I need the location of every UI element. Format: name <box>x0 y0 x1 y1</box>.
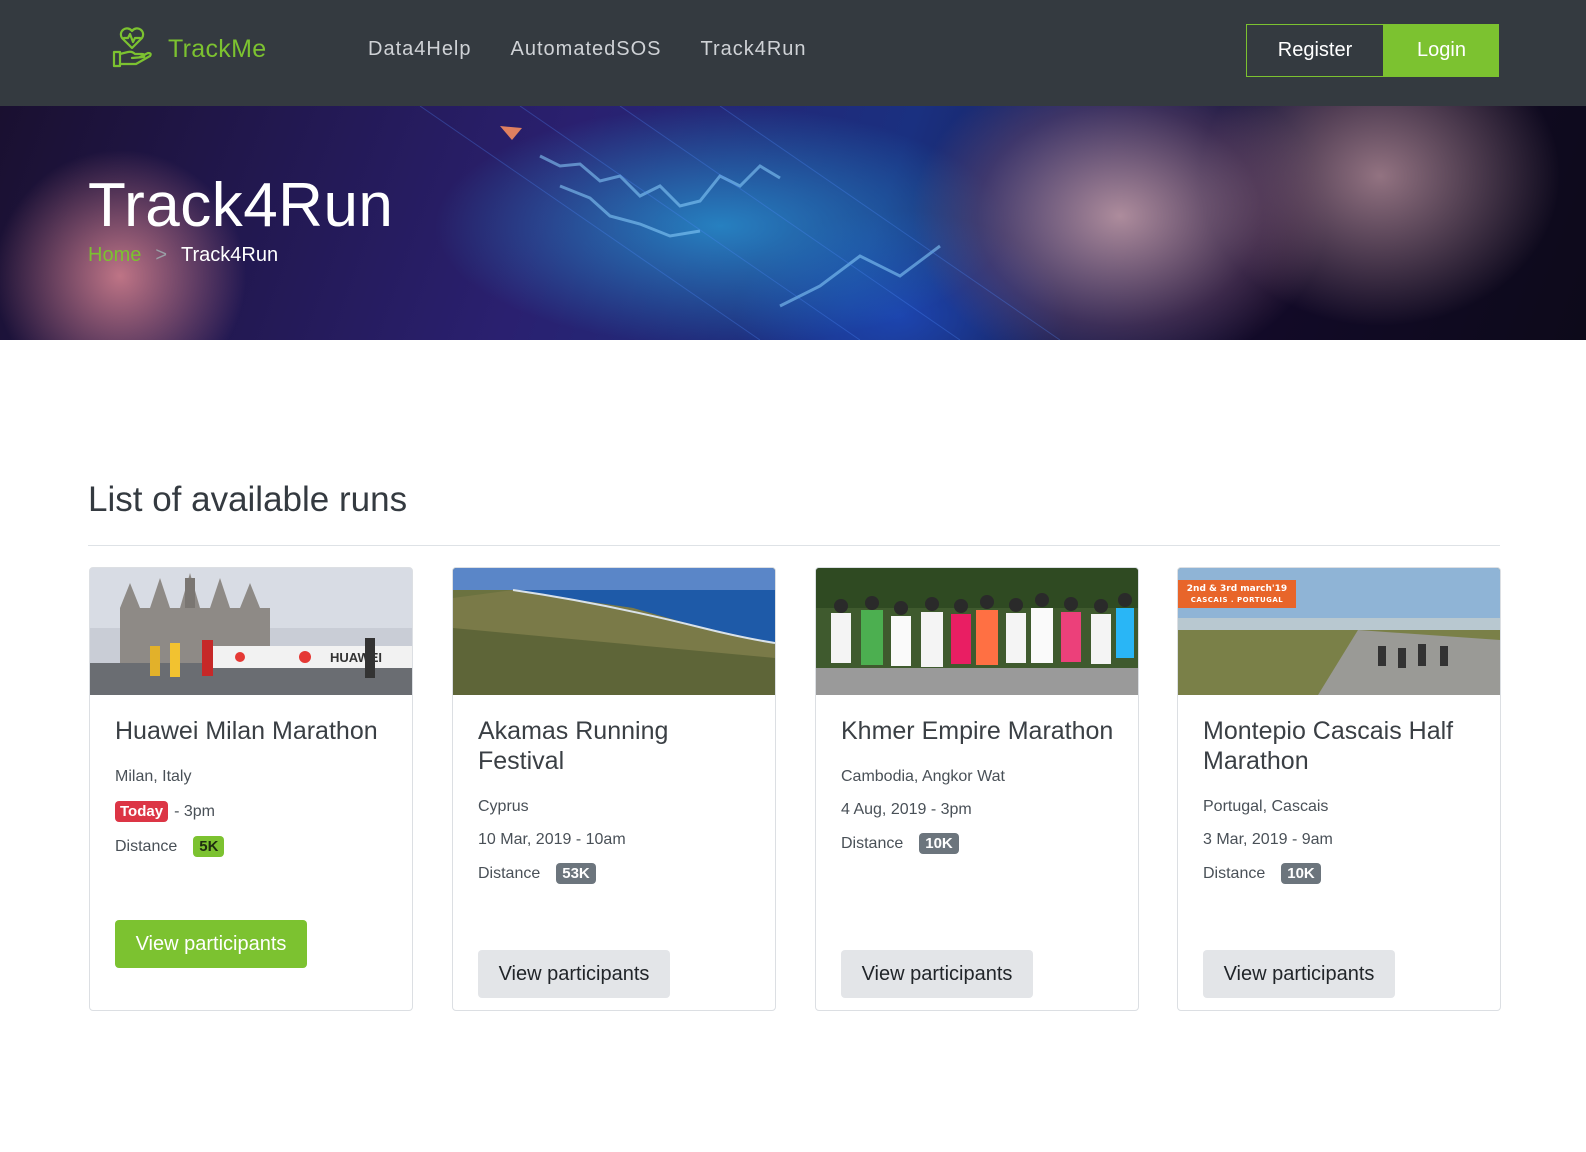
nav-link-automatedsos[interactable]: AutomatedSOS <box>511 38 662 61</box>
run-date: 4 Aug, 2019 - 3pm <box>841 801 972 818</box>
run-image-banner: 2nd & 3rd march'19 CASCAIS . PORTUGAL <box>1178 580 1296 608</box>
run-card: Khmer Empire Marathon Cambodia, Angkor W… <box>815 567 1139 1011</box>
breadcrumb-separator: > <box>155 244 168 266</box>
run-card: HUAWEI Huawei Milan Marathon Milan, Ital… <box>89 567 413 1011</box>
run-distance: Distance 10K <box>1203 863 1483 884</box>
run-distance: Distance 5K <box>115 836 395 857</box>
distance-label: Distance <box>841 834 904 852</box>
run-location: Portugal, Cascais <box>1203 798 1329 815</box>
run-card: 2nd & 3rd march'19 CASCAIS . PORTUGAL Mo… <box>1177 567 1501 1011</box>
run-time: - 3pm <box>174 802 215 820</box>
brand-link[interactable]: TrackMe <box>112 26 266 73</box>
run-location: Milan, Italy <box>115 768 192 785</box>
distance-label: Distance <box>1203 864 1266 882</box>
run-title: Montepio Cascais Half Marathon <box>1203 717 1454 775</box>
nav-link-track4run[interactable]: Track4Run <box>700 38 806 61</box>
login-button[interactable]: Login <box>1384 24 1499 77</box>
run-distance: Distance 10K <box>841 833 1121 854</box>
run-title: Khmer Empire Marathon <box>841 717 1114 745</box>
distance-badge: 10K <box>919 833 959 854</box>
run-card: Akamas Running Festival Cyprus 10 Mar, 2… <box>452 567 776 1011</box>
run-image-khmer <box>816 568 1138 695</box>
run-location: Cambodia, Angkor Wat <box>841 768 1005 785</box>
run-title: Huawei Milan Marathon <box>115 717 378 745</box>
view-participants-button[interactable]: View participants <box>115 920 307 968</box>
run-card-body: Akamas Running Festival Cyprus 10 Mar, 2… <box>478 716 758 884</box>
run-image-akamas <box>453 568 775 695</box>
distance-badge: 10K <box>1281 863 1321 884</box>
view-participants-button[interactable]: View participants <box>1203 950 1395 998</box>
run-date: Today - 3pm <box>115 801 395 822</box>
run-card-body: Khmer Empire Marathon Cambodia, Angkor W… <box>841 716 1121 854</box>
run-card-body: Montepio Cascais Half Marathon Portugal,… <box>1203 716 1483 884</box>
hero-banner: Track4Run Home > Track4Run <box>0 106 1586 340</box>
breadcrumb-current: Track4Run <box>181 244 279 266</box>
register-button[interactable]: Register <box>1246 24 1384 77</box>
run-title: Akamas Running Festival <box>478 717 669 775</box>
banner-location: CASCAIS . PORTUGAL <box>1190 596 1284 604</box>
breadcrumb: Home > Track4Run <box>88 244 278 267</box>
main-nav: Data4Help AutomatedSOS Track4Run <box>368 38 846 61</box>
heart-hand-icon <box>112 26 152 73</box>
distance-badge: 53K <box>556 863 596 884</box>
run-card-body: Huawei Milan Marathon Milan, Italy Today… <box>115 716 395 857</box>
view-participants-button[interactable]: View participants <box>841 950 1033 998</box>
run-date: 10 Mar, 2019 - 10am <box>478 831 626 848</box>
top-navbar: TrackMe Data4Help AutomatedSOS Track4Run… <box>0 0 1586 106</box>
distance-label: Distance <box>478 864 541 882</box>
view-participants-button[interactable]: View participants <box>478 950 670 998</box>
today-badge: Today <box>115 801 169 822</box>
page-title: Track4Run <box>88 171 394 240</box>
banner-dates: 2nd & 3rd march'19 <box>1186 584 1288 594</box>
brand-name: TrackMe <box>168 35 267 63</box>
run-image-milan: HUAWEI <box>90 568 412 695</box>
breadcrumb-home-link[interactable]: Home <box>88 244 141 267</box>
section-divider <box>88 545 1500 546</box>
run-distance: Distance 53K <box>478 863 758 884</box>
nav-link-data4help[interactable]: Data4Help <box>368 38 472 61</box>
run-date: 3 Mar, 2019 - 9am <box>1203 831 1333 848</box>
distance-label: Distance <box>115 837 178 855</box>
run-location: Cyprus <box>478 798 529 815</box>
distance-badge: 5K <box>193 836 225 857</box>
section-title: List of available runs <box>88 480 408 519</box>
